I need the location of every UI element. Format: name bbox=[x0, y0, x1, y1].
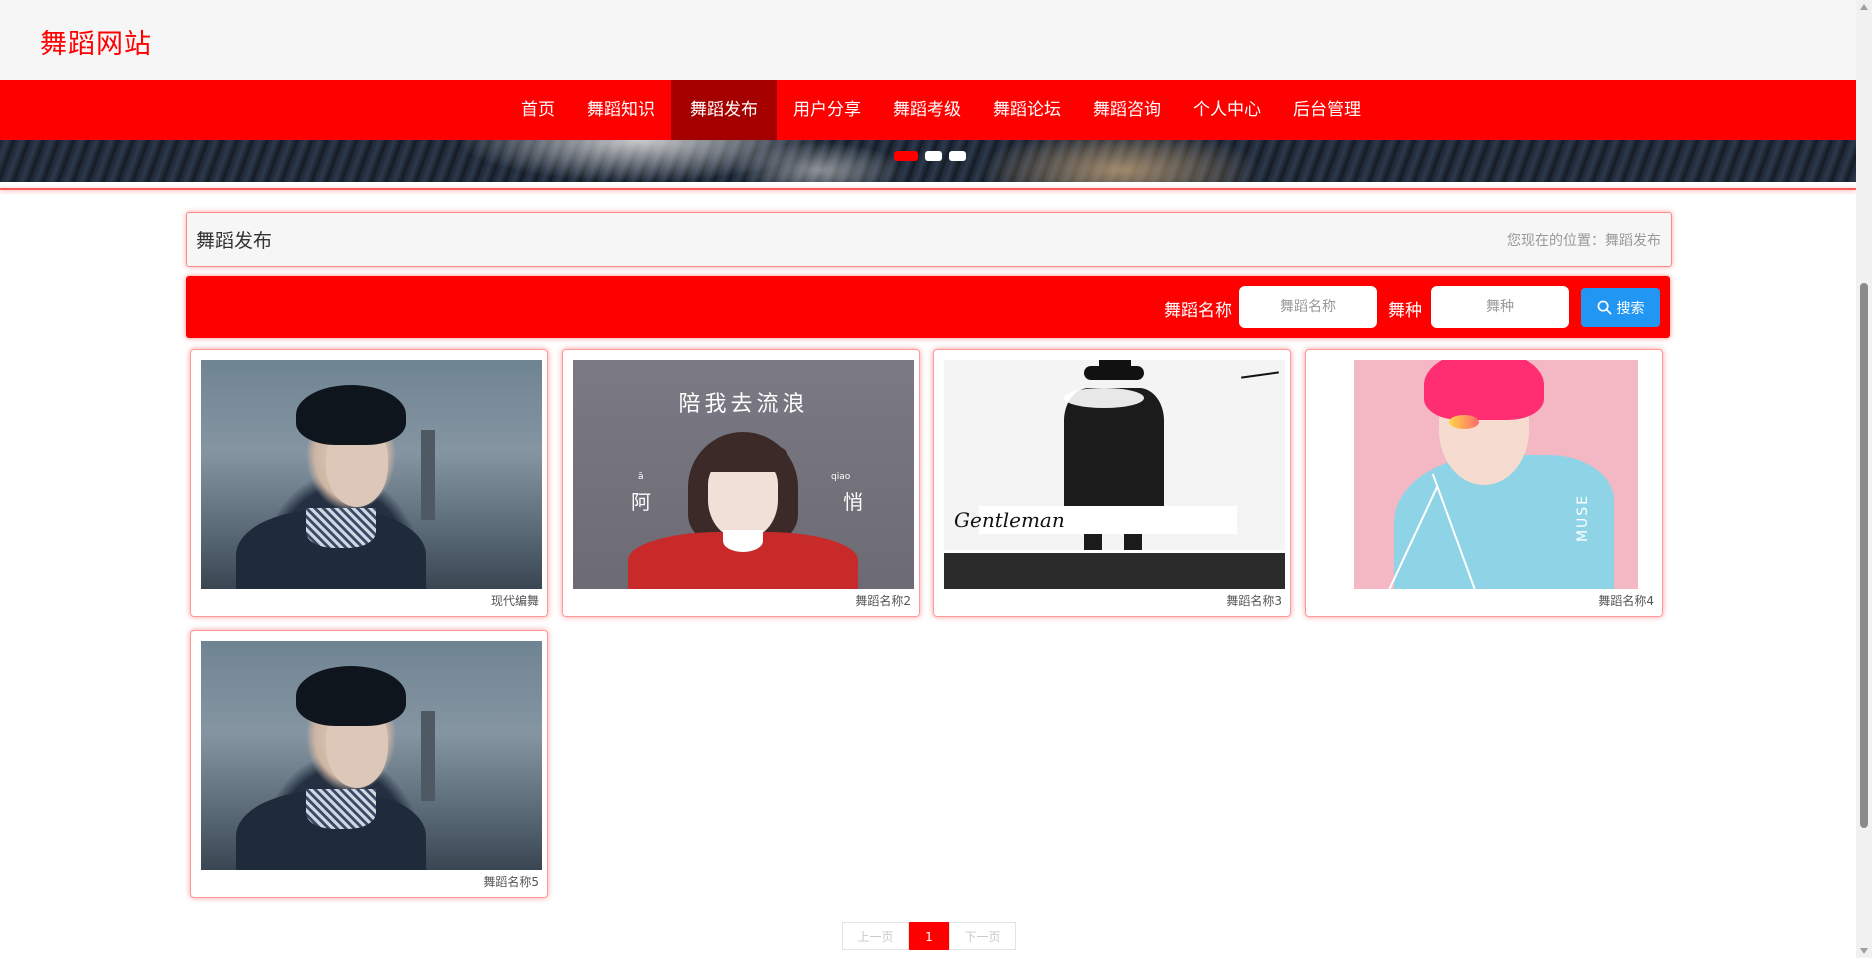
album-signature: Gentleman bbox=[954, 508, 1065, 532]
nav-item-dance-publish[interactable]: 舞蹈发布 bbox=[671, 80, 777, 140]
dance-card[interactable]: MUSE 舞蹈名称4 bbox=[1305, 349, 1663, 617]
dance-title[interactable]: 舞蹈名称5 bbox=[483, 873, 539, 890]
site-title[interactable]: 舞蹈网站 bbox=[40, 22, 152, 61]
dance-title[interactable]: 舞蹈名称4 bbox=[1598, 592, 1654, 609]
nav-item-user-share[interactable]: 用户分享 bbox=[777, 80, 877, 140]
nav-item-dance-knowledge[interactable]: 舞蹈知识 bbox=[571, 80, 671, 140]
dance-type-label: 舞种 bbox=[1388, 301, 1422, 321]
nav-item-personal-center[interactable]: 个人中心 bbox=[1177, 80, 1277, 140]
carousel-dot-1[interactable] bbox=[894, 151, 918, 161]
prev-page-button[interactable]: 上一页 bbox=[842, 922, 909, 950]
search-bar: 舞蹈名称 舞种 搜索 bbox=[186, 276, 1670, 338]
album-name-right: 悄 bbox=[843, 490, 863, 514]
dance-image[interactable]: MUSE bbox=[1316, 360, 1657, 589]
search-icon bbox=[1597, 300, 1611, 315]
dance-image[interactable] bbox=[201, 360, 542, 589]
dance-name-label: 舞蹈名称 bbox=[1164, 301, 1232, 321]
scroll-up-icon[interactable] bbox=[1860, 4, 1868, 10]
dance-card[interactable]: 陪我去流浪 ā 阿 qiao 悄 舞蹈名称2 bbox=[562, 349, 920, 617]
album-title-text: 陪我去流浪 bbox=[678, 392, 809, 417]
banner-carousel bbox=[0, 140, 1856, 182]
dance-image[interactable] bbox=[201, 641, 542, 870]
main-nav: 首页 舞蹈知识 舞蹈发布 用户分享 舞蹈考级 舞蹈论坛 舞蹈咨询 个人中心 后台… bbox=[0, 80, 1856, 140]
scroll-down-icon[interactable] bbox=[1860, 948, 1868, 954]
dance-card[interactable]: Gentleman 舞蹈名称3 bbox=[933, 349, 1291, 617]
carousel-dot-3[interactable] bbox=[949, 151, 966, 161]
page-title-bar: 舞蹈发布 您现在的位置：舞蹈发布 bbox=[186, 212, 1672, 267]
carousel-indicators bbox=[894, 151, 966, 161]
dance-type-input[interactable] bbox=[1431, 286, 1569, 328]
nav-item-dance-forum[interactable]: 舞蹈论坛 bbox=[977, 80, 1077, 140]
dance-title[interactable]: 舞蹈名称2 bbox=[855, 592, 911, 609]
pagination: 上一页 1 下一页 bbox=[842, 922, 1016, 950]
nav-item-home[interactable]: 首页 bbox=[505, 80, 571, 140]
dance-title[interactable]: 现代编舞 bbox=[491, 592, 539, 609]
album-pinyin-right: qiao bbox=[831, 472, 851, 482]
page-number-current[interactable]: 1 bbox=[909, 922, 949, 950]
carousel-dot-2[interactable] bbox=[925, 151, 942, 161]
page-title: 舞蹈发布 bbox=[196, 230, 273, 252]
breadcrumb: 您现在的位置：舞蹈发布 bbox=[1507, 233, 1661, 249]
album-pinyin-left: ā bbox=[638, 472, 644, 482]
nav-item-dance-grading[interactable]: 舞蹈考级 bbox=[877, 80, 977, 140]
dance-title[interactable]: 舞蹈名称3 bbox=[1226, 592, 1282, 609]
divider bbox=[0, 188, 1856, 190]
dance-image[interactable]: 陪我去流浪 ā 阿 qiao 悄 bbox=[573, 360, 914, 589]
search-button[interactable]: 搜索 bbox=[1581, 288, 1660, 327]
dance-card[interactable]: 舞蹈名称5 bbox=[190, 630, 548, 898]
search-button-label: 搜索 bbox=[1616, 300, 1645, 317]
nav-item-dance-consult[interactable]: 舞蹈咨询 bbox=[1077, 80, 1177, 140]
top-header: 舞蹈网站 bbox=[0, 0, 1856, 80]
nav-item-admin[interactable]: 后台管理 bbox=[1277, 80, 1377, 140]
album-name-left: 阿 bbox=[631, 490, 651, 514]
next-page-button[interactable]: 下一页 bbox=[949, 922, 1016, 950]
dance-name-input[interactable] bbox=[1239, 286, 1377, 328]
album-text: MUSE bbox=[1575, 493, 1592, 543]
page-scrollbar[interactable] bbox=[1856, 0, 1872, 958]
dance-card[interactable]: 现代编舞 bbox=[190, 349, 548, 617]
dance-image[interactable]: Gentleman bbox=[944, 360, 1285, 589]
scrollbar-thumb[interactable] bbox=[1860, 283, 1868, 828]
